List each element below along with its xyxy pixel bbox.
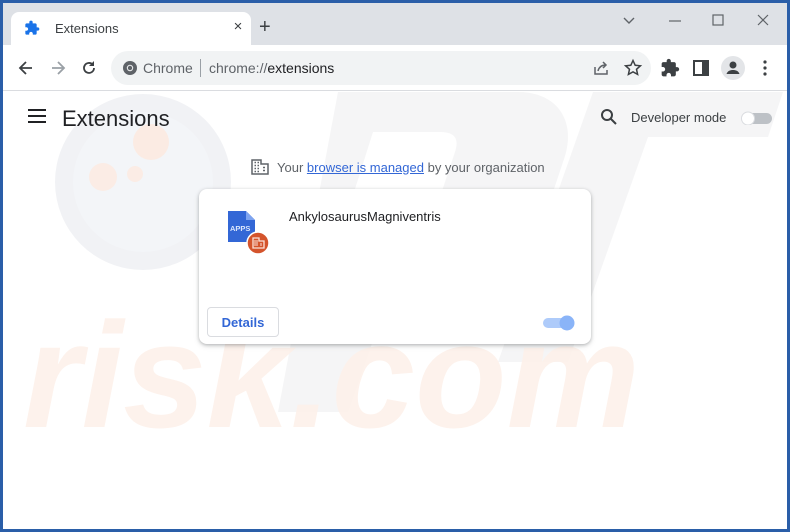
side-panel-icon[interactable] [691,58,711,78]
building-icon [251,159,269,175]
reload-icon[interactable] [79,58,99,78]
search-icon[interactable] [600,108,618,126]
close-window-icon[interactable] [751,11,775,31]
new-tab-button[interactable]: + [259,17,271,37]
profile-avatar-icon[interactable] [720,55,746,81]
menu-kebab-icon[interactable] [755,58,775,78]
puzzle-icon [25,20,40,35]
tab-search-icon[interactable] [617,11,641,31]
url-prefix: chrome:// [209,60,268,76]
extension-enable-toggle[interactable] [541,315,575,331]
url-path: extensions [267,60,335,76]
url-text[interactable]: chrome://extensions [209,60,334,76]
close-tab-icon[interactable]: × [229,18,247,35]
tab-title: Extensions [55,21,119,36]
back-icon[interactable] [16,58,36,78]
chrome-logo-icon [123,61,137,75]
developer-mode-label: Developer mode [631,110,727,125]
apps-icon-label: APPS [230,224,250,233]
details-button[interactable]: Details [207,307,279,337]
browser-managed-link[interactable]: browser is managed [307,160,424,175]
maximize-icon[interactable] [706,11,730,31]
share-icon[interactable] [591,58,611,78]
minimize-icon[interactable] [663,11,687,31]
extensions-puzzle-icon[interactable] [660,58,680,78]
browser-window: Extensions × + Chrome chrome://extension… [3,3,787,529]
url-separator [200,59,201,77]
extensions-page: risk.com Extensions Developer mode Your … [3,92,787,529]
tab-strip: Extensions × + [3,3,787,45]
url-scheme-label: Chrome [143,60,193,76]
managed-suffix: by your organization [427,159,545,175]
apps-extension-icon: APPS [228,211,270,255]
address-bar[interactable]: Chrome chrome://extensions [111,51,651,85]
page-title: Extensions [62,106,170,131]
managed-prefix: Your [277,159,304,175]
extension-name: AnkylosaurusMagniventris [289,209,441,224]
tab-extensions[interactable]: Extensions × [11,12,251,45]
extension-card: APPS AnkylosaurusMagniventris Details [199,189,591,344]
hamburger-menu-icon[interactable] [28,109,46,123]
toolbar: Chrome chrome://extensions [3,45,787,91]
forward-icon[interactable] [48,58,68,78]
bookmark-star-icon[interactable] [623,58,643,78]
developer-mode-toggle[interactable] [740,111,772,125]
managed-notice: Your browser is managed by your organiza… [251,159,545,175]
